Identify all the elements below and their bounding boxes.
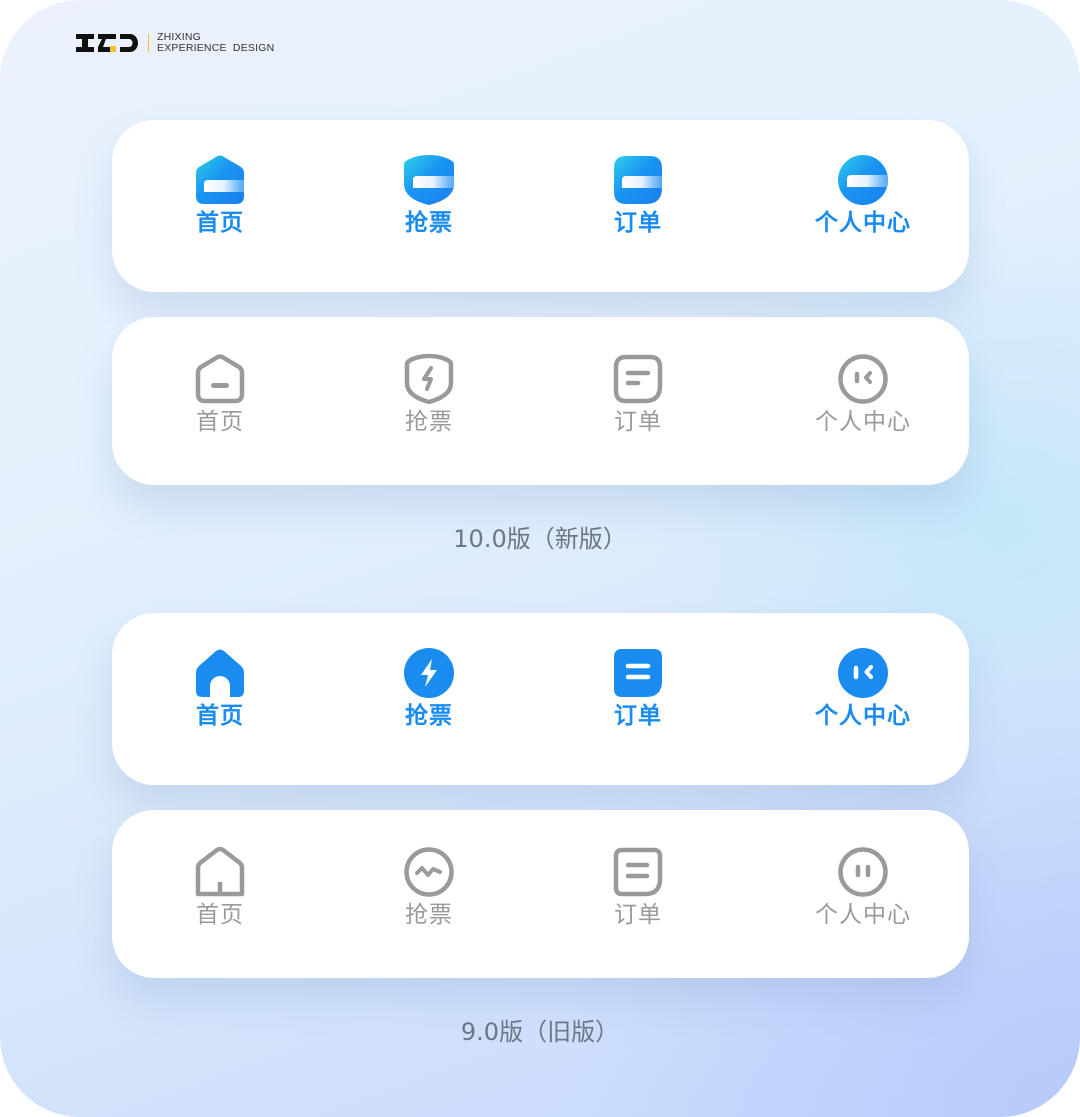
home-outline-icon (195, 846, 245, 897)
tabbar-v10-selected: 首页 抢票 订单 个人中心 (112, 120, 969, 292)
tab-label: 订单 (614, 210, 662, 236)
tab-label: 首页 (196, 210, 244, 236)
shield-lightning-outline-icon (404, 353, 454, 405)
tab-label: 个人中心 (815, 703, 911, 729)
tab-orders[interactable]: 订单 (558, 120, 718, 292)
tab-profile[interactable]: 个人中心 (783, 317, 943, 485)
zxd-logo-icon (76, 34, 138, 52)
order-outline-icon (613, 354, 663, 404)
tab-label: 订单 (614, 409, 662, 435)
home-gradient-icon (196, 155, 244, 204)
tab-label: 订单 (614, 902, 662, 928)
order-filled-icon (614, 649, 662, 697)
version-caption-new: 10.0版（新版） (453, 525, 627, 553)
tab-tickets[interactable]: 抢票 (349, 120, 509, 292)
tab-label: 抢票 (405, 703, 453, 729)
logo-text: ZHIXING EXPERIENCE DESIGN (157, 32, 274, 54)
brand-logo: ZHIXING EXPERIENCE DESIGN (76, 32, 274, 54)
tab-label: 个人中心 (815, 409, 911, 435)
tab-label: 首页 (196, 902, 244, 928)
home-outline-icon (195, 354, 245, 404)
tabbar-v10-unselected: 首页 抢票 订单 个人中心 (112, 317, 969, 485)
tab-profile[interactable]: 个人中心 (783, 613, 943, 785)
tab-label: 抢票 (405, 210, 453, 236)
face-outline-icon (838, 354, 888, 404)
tab-label: 抢票 (405, 409, 453, 435)
tab-profile[interactable]: 个人中心 (783, 810, 943, 978)
pulse-outline-icon (404, 847, 454, 897)
lightning-filled-icon (404, 648, 454, 698)
tab-profile[interactable]: 个人中心 (783, 120, 943, 292)
tab-orders[interactable]: 订单 (558, 810, 718, 978)
tab-tickets[interactable]: 抢票 (349, 613, 509, 785)
tab-orders[interactable]: 订单 (558, 317, 718, 485)
profile-gradient-icon (838, 155, 888, 205)
tab-label: 首页 (196, 409, 244, 435)
face-outline-icon (838, 847, 888, 897)
tab-orders[interactable]: 订单 (558, 613, 718, 785)
shield-gradient-icon (404, 155, 454, 205)
tab-tickets[interactable]: 抢票 (349, 810, 509, 978)
logo-divider (148, 34, 149, 52)
tabbar-v9-selected: 首页 抢票 订单 个人中心 (112, 613, 969, 785)
tab-home[interactable]: 首页 (140, 810, 300, 978)
tabbar-v9-unselected: 首页 抢票 订单 个人中心 (112, 810, 969, 978)
tab-home[interactable]: 首页 (140, 613, 300, 785)
tab-home[interactable]: 首页 (140, 120, 300, 292)
tab-label: 订单 (614, 703, 662, 729)
face-filled-icon (838, 648, 888, 698)
tab-label: 个人中心 (815, 210, 911, 236)
tab-label: 首页 (196, 703, 244, 729)
tab-tickets[interactable]: 抢票 (349, 317, 509, 485)
order-gradient-icon (614, 156, 662, 204)
tab-home[interactable]: 首页 (140, 317, 300, 485)
background-canvas: ZHIXING EXPERIENCE DESIGN 首页 抢票 订单 个人中心 … (0, 0, 1080, 1117)
version-caption-old: 9.0版（旧版） (460, 1018, 620, 1046)
logo-line-2: EXPERIENCE DESIGN (157, 42, 275, 54)
order-outline-icon (613, 847, 663, 897)
tab-label: 抢票 (405, 902, 453, 928)
home-filled-icon (196, 649, 244, 697)
tab-label: 个人中心 (815, 902, 911, 928)
